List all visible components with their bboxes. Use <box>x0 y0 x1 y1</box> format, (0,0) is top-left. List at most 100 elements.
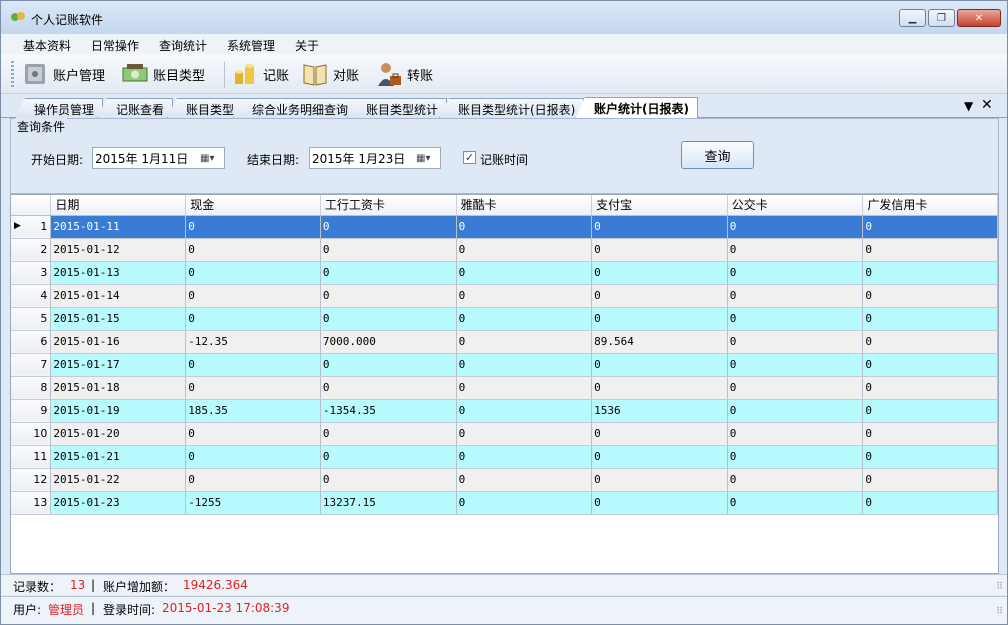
tab-category-stats-daily[interactable]: 账目类型统计(日报表) <box>439 98 585 118</box>
table-cell[interactable]: 0 <box>456 330 593 354</box>
table-cell[interactable]: 0 <box>727 353 864 377</box>
start-date-picker[interactable]: 2015年 1月11日 ▦▾ <box>92 147 225 169</box>
table-cell[interactable]: 0 <box>862 284 998 308</box>
table-cell[interactable]: 0 <box>727 261 864 285</box>
tab-account-stats-daily[interactable]: 账户统计(日报表) <box>575 97 698 119</box>
table-cell[interactable]: 0 <box>456 215 593 239</box>
table-cell[interactable]: 0 <box>862 376 998 400</box>
category-type-button[interactable]: 账目类型 <box>121 60 205 88</box>
resize-grip-icon[interactable]: ⠿ <box>996 607 1003 617</box>
table-cell[interactable]: 0 <box>591 445 728 469</box>
table-cell[interactable]: 0 <box>862 353 998 377</box>
table-cell[interactable]: 0 <box>456 422 593 446</box>
tab-operator-manage[interactable]: 操作员管理 <box>15 98 104 118</box>
calendar-dropdown-icon[interactable]: ▦▾ <box>200 151 222 165</box>
column-header[interactable]: 雅酷卡 <box>456 195 593 216</box>
row-header[interactable]: 3 <box>11 261 52 285</box>
table-cell[interactable]: 0 <box>862 215 998 239</box>
menu-system[interactable]: 系统管理 <box>227 37 275 54</box>
row-header[interactable]: 12 <box>11 468 52 492</box>
table-cell[interactable]: 0 <box>862 491 998 515</box>
end-date-picker[interactable]: 2015年 1月23日 ▦▾ <box>309 147 441 169</box>
table-cell[interactable]: 0 <box>862 468 998 492</box>
table-cell[interactable]: 0 <box>185 261 321 285</box>
record-time-checkbox[interactable]: ✓ <box>463 151 476 164</box>
table-cell[interactable]: 0 <box>727 307 864 331</box>
table-cell[interactable]: 0 <box>320 468 457 492</box>
table-cell[interactable]: 0 <box>456 238 593 262</box>
table-cell[interactable]: 2015-01-15 <box>50 307 187 331</box>
table-cell[interactable]: 0 <box>320 215 457 239</box>
table-cell[interactable]: 0 <box>862 422 998 446</box>
column-header[interactable]: 工行工资卡 <box>320 195 457 216</box>
table-cell[interactable]: 0 <box>727 284 864 308</box>
table-row[interactable]: ▶ 1 2015-01-11 0 0 0 0 0 0 <box>11 215 998 239</box>
tab-list-dropdown-icon[interactable]: ▼ <box>964 99 973 113</box>
table-cell[interactable]: 0 <box>727 399 864 423</box>
table-cell[interactable]: 0 <box>320 376 457 400</box>
table-row[interactable]: 3 2015-01-13 0 0 0 0 0 0 <box>11 261 998 285</box>
table-cell[interactable]: 0 <box>320 284 457 308</box>
table-cell[interactable]: 0 <box>320 353 457 377</box>
table-cell[interactable]: 2015-01-16 <box>50 330 187 354</box>
table-cell[interactable]: 0 <box>862 307 998 331</box>
table-cell[interactable]: 2015-01-17 <box>50 353 187 377</box>
table-cell[interactable]: -12.35 <box>185 330 321 354</box>
table-cell[interactable]: 0 <box>727 422 864 446</box>
menu-basic-data[interactable]: 基本资料 <box>23 37 71 54</box>
table-cell[interactable]: 0 <box>320 422 457 446</box>
table-cell[interactable]: 0 <box>591 261 728 285</box>
table-cell[interactable]: 0 <box>591 307 728 331</box>
table-cell[interactable]: 0 <box>456 491 593 515</box>
table-cell[interactable]: -1354.35 <box>320 399 457 423</box>
table-cell[interactable]: 0 <box>320 307 457 331</box>
table-cell[interactable]: 0 <box>185 376 321 400</box>
column-header[interactable]: 日期 <box>50 195 187 216</box>
table-cell[interactable]: 0 <box>320 261 457 285</box>
table-cell[interactable]: 0 <box>185 445 321 469</box>
table-cell[interactable]: 0 <box>320 445 457 469</box>
table-cell[interactable]: 0 <box>591 422 728 446</box>
table-cell[interactable]: 2015-01-23 <box>50 491 187 515</box>
bookkeeping-button[interactable]: 记账 <box>231 60 289 88</box>
table-cell[interactable]: 2015-01-13 <box>50 261 187 285</box>
table-cell[interactable]: 0 <box>185 307 321 331</box>
row-header[interactable]: 7 <box>11 353 52 377</box>
row-header[interactable]: 8 <box>11 376 52 400</box>
row-header[interactable]: ▶ 1 <box>11 215 52 239</box>
tab-record-view[interactable]: 记账查看 <box>97 98 174 118</box>
table-cell[interactable]: 0 <box>727 238 864 262</box>
table-cell[interactable]: 0 <box>591 215 728 239</box>
row-header[interactable]: 5 <box>11 307 52 331</box>
table-cell[interactable]: 185.35 <box>185 399 321 423</box>
column-header[interactable]: 广发信用卡 <box>862 195 998 216</box>
table-cell[interactable]: 0 <box>862 238 998 262</box>
table-cell[interactable]: 0 <box>727 468 864 492</box>
tab-close-icon[interactable]: ✕ <box>981 97 993 113</box>
account-manage-button[interactable]: 账户管理 <box>21 60 105 88</box>
table-cell[interactable]: 0 <box>727 215 864 239</box>
row-header[interactable]: 10 <box>11 422 52 446</box>
table-row[interactable]: 10 2015-01-20 0 0 0 0 0 0 <box>11 422 998 446</box>
table-row[interactable]: 13 2015-01-23 -1255 13237.15 0 0 0 0 <box>11 491 998 515</box>
table-cell[interactable]: 0 <box>862 330 998 354</box>
row-header[interactable]: 13 <box>11 491 52 515</box>
row-header[interactable]: 9 <box>11 399 52 423</box>
table-cell[interactable]: 0 <box>456 307 593 331</box>
table-cell[interactable]: 0 <box>591 284 728 308</box>
table-cell[interactable]: 0 <box>591 491 728 515</box>
calendar-dropdown-icon[interactable]: ▦▾ <box>416 151 438 165</box>
table-cell[interactable]: 2015-01-18 <box>50 376 187 400</box>
table-cell[interactable]: 2015-01-12 <box>50 238 187 262</box>
column-header[interactable]: 支付宝 <box>591 195 728 216</box>
table-cell[interactable]: 0 <box>862 445 998 469</box>
table-row[interactable]: 4 2015-01-14 0 0 0 0 0 0 <box>11 284 998 308</box>
table-row[interactable]: 8 2015-01-18 0 0 0 0 0 0 <box>11 376 998 400</box>
column-header[interactable]: 公交卡 <box>727 195 864 216</box>
table-cell[interactable]: 0 <box>862 261 998 285</box>
table-cell[interactable]: 0 <box>185 353 321 377</box>
table-cell[interactable]: 0 <box>456 399 593 423</box>
table-cell[interactable]: 2015-01-20 <box>50 422 187 446</box>
table-cell[interactable]: 2015-01-11 <box>50 215 187 239</box>
maximize-button[interactable]: ❐ <box>928 9 955 27</box>
